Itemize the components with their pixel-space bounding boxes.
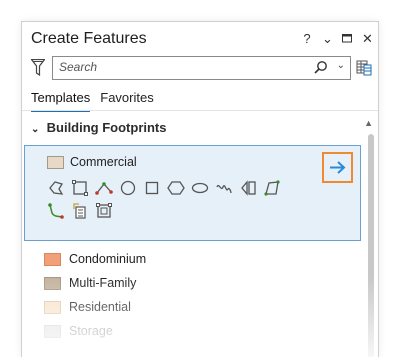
swatch-condominium <box>44 252 61 266</box>
template-properties-button[interactable] <box>322 152 353 183</box>
pin-dropdown-icon[interactable]: ⌄ <box>322 31 333 47</box>
group-label: Building Footprints <box>46 120 167 135</box>
maximize-icon[interactable] <box>342 31 352 47</box>
right-angle-polygon-icon[interactable] <box>263 179 281 197</box>
template-condominium[interactable]: Condominium <box>44 252 146 266</box>
split-shape-icon[interactable] <box>239 179 257 197</box>
search-input[interactable] <box>59 59 299 75</box>
scroll-up-icon[interactable]: ▲ <box>364 118 373 128</box>
arrow-right-icon <box>330 161 346 174</box>
template-commercial[interactable]: Commercial <box>47 155 137 169</box>
template-label: Storage <box>69 324 113 338</box>
swatch-multi-family <box>44 276 61 290</box>
tab-templates[interactable]: Templates <box>31 90 91 112</box>
swatch-commercial <box>47 155 64 169</box>
template-multi-family[interactable]: Multi-Family <box>44 276 136 290</box>
hexagon-icon[interactable] <box>167 179 185 197</box>
template-label: Condominium <box>69 252 147 266</box>
table-options-icon[interactable] <box>356 58 372 76</box>
search-icon[interactable] <box>314 60 328 74</box>
tab-divider <box>22 110 378 111</box>
template-label: Multi-Family <box>69 276 137 290</box>
freehand-polygon-icon[interactable] <box>47 179 65 197</box>
title-controls: ? ⌄ ✕ <box>302 31 373 47</box>
chevron-down-icon[interactable]: ⌄ <box>31 124 43 135</box>
search-dropdown-icon[interactable]: ⌄ <box>337 60 345 71</box>
auto-complete-polygon-icon[interactable] <box>95 202 113 220</box>
close-icon[interactable]: ✕ <box>362 31 373 47</box>
search-box[interactable]: ⌄ <box>52 56 351 80</box>
template-storage[interactable]: Storage <box>44 324 113 338</box>
swatch-residential <box>44 300 61 314</box>
construction-tools-row-2 <box>47 202 113 220</box>
title-bar: Create Features ? ⌄ ✕ <box>22 22 378 56</box>
pane-title: Create Features <box>31 30 147 47</box>
rectangle-select-icon[interactable] <box>71 179 89 197</box>
swatch-storage <box>44 324 61 338</box>
scrollbar-thumb[interactable] <box>368 134 374 357</box>
ellipse-icon[interactable] <box>191 179 209 197</box>
template-label: Commercial <box>70 155 137 169</box>
search-row: ⌄ <box>31 56 372 80</box>
circle-icon[interactable] <box>119 179 137 197</box>
freehand-icon[interactable] <box>215 179 233 197</box>
group-header-building-footprints[interactable]: ⌄ Building Footprints <box>31 120 167 135</box>
construction-tools-row-1 <box>47 179 281 197</box>
selected-template-panel[interactable]: Commercial <box>24 145 361 241</box>
template-label: Residential <box>69 300 131 314</box>
rectangle-icon[interactable] <box>143 179 161 197</box>
template-residential[interactable]: Residential <box>44 300 131 314</box>
tab-favorites[interactable]: Favorites <box>100 90 153 112</box>
tab-strip: Templates Favorites <box>31 90 154 112</box>
building-shape-icon[interactable] <box>71 202 89 220</box>
filter-icon[interactable] <box>31 59 45 76</box>
create-features-pane: Create Features ? ⌄ ✕ ⌄ <box>21 21 379 357</box>
polyline-icon[interactable] <box>95 179 113 197</box>
trace-icon[interactable] <box>47 202 65 220</box>
help-icon[interactable]: ? <box>302 31 312 47</box>
